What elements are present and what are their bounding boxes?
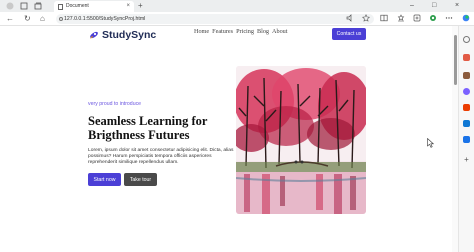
copilot-icon[interactable]	[462, 14, 470, 22]
rocket-icon	[90, 31, 98, 39]
home-button[interactable]: ⌂	[40, 13, 45, 25]
browser-toolbar: ← ↻ ⌂ 127.0.0.1:5500/StudySyncProj.html	[0, 12, 474, 26]
search-icon[interactable]	[463, 36, 470, 43]
send-icon[interactable]	[463, 136, 470, 143]
take-tour-button[interactable]: Take tour	[124, 173, 157, 186]
hero-image	[236, 66, 366, 214]
brand-name: StudySync	[102, 29, 157, 41]
mouse-cursor-icon	[427, 138, 434, 148]
contact-us-button[interactable]: Contact us	[332, 28, 366, 40]
browser-titlebar: Document × + – □ ×	[0, 0, 474, 12]
new-tab-button[interactable]: +	[138, 0, 143, 12]
url-text: 127.0.0.1:5500/StudySyncProj.html	[64, 16, 146, 22]
collections-icon[interactable]	[413, 14, 421, 22]
nav-features[interactable]: Features	[212, 28, 233, 35]
tab-title: Document	[66, 3, 89, 9]
tag-icon[interactable]	[463, 54, 470, 61]
address-bar[interactable]: 127.0.0.1:5500/StudySyncProj.html	[56, 14, 374, 24]
brand-logo[interactable]: StudySync	[89, 28, 156, 42]
office-icon[interactable]	[463, 104, 470, 111]
nav-pricing[interactable]: Pricing	[236, 28, 254, 35]
tab-actions-icon[interactable]	[34, 2, 42, 10]
page-icon	[58, 4, 63, 10]
briefcase-icon[interactable]	[463, 72, 470, 79]
hero-headline: Seamless Learning for Brigthness Futures	[88, 114, 208, 142]
start-now-button[interactable]: Start now	[88, 173, 121, 186]
browser-sidebar: +	[458, 26, 474, 252]
person-icon[interactable]	[463, 88, 470, 95]
refresh-button[interactable]: ↻	[24, 13, 31, 25]
extensions-icon[interactable]	[429, 14, 437, 22]
workspaces-icon[interactable]	[20, 2, 28, 10]
main-nav: Home Features Pricing Blog About	[194, 28, 287, 35]
close-tab-icon[interactable]: ×	[126, 1, 130, 12]
profile-icon[interactable]	[6, 2, 14, 10]
nav-about[interactable]: About	[272, 28, 287, 35]
hero-eyebrow: very proud to introduce	[88, 101, 142, 107]
outlook-icon[interactable]	[463, 120, 470, 127]
scrollbar-thumb[interactable]	[454, 35, 457, 85]
favorite-icon[interactable]	[362, 14, 370, 22]
browser-tab[interactable]: Document ×	[54, 1, 134, 12]
close-window-button[interactable]: ×	[455, 0, 459, 12]
nav-home[interactable]: Home	[194, 28, 209, 35]
favorites-bar-icon[interactable]	[397, 14, 405, 22]
back-button[interactable]: ←	[6, 13, 14, 25]
add-icon[interactable]: +	[463, 156, 470, 164]
read-aloud-icon[interactable]	[346, 14, 354, 22]
more-icon[interactable]	[445, 14, 453, 22]
site-info-icon[interactable]	[59, 17, 63, 21]
nav-blog[interactable]: Blog	[257, 28, 269, 35]
hero-description: Lorem, ipsum dolor sit amet consectetur …	[88, 148, 234, 165]
minimize-button[interactable]: –	[410, 0, 414, 12]
maximize-button[interactable]: □	[432, 0, 436, 12]
split-screen-icon[interactable]	[380, 14, 388, 22]
